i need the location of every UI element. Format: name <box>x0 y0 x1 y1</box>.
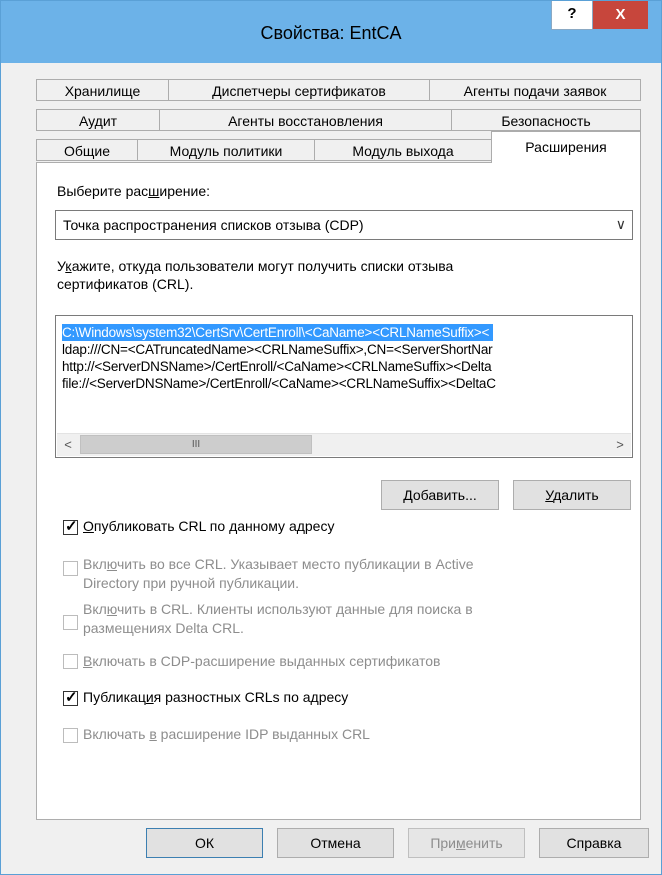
include-cdp-label: Включать в CDP-расширение выданных серти… <box>83 653 441 669</box>
help-button[interactable]: Справка <box>539 828 649 858</box>
tab-general[interactable]: Общие <box>36 139 138 161</box>
include-in-crl-label: Включить в CRL. Клиенты используют данны… <box>83 601 473 636</box>
scroll-right-icon[interactable]: > <box>609 434 631 456</box>
tab-security[interactable]: Безопасность <box>451 109 641 131</box>
horizontal-scrollbar[interactable]: < III > <box>57 433 631 456</box>
include-idp-label: Включать в расширение IDP выданных CRL <box>83 726 370 742</box>
tab-recovery-agents[interactable]: Агенты восстановления <box>159 109 452 131</box>
scroll-left-icon[interactable]: < <box>57 434 79 456</box>
tab-enrollment-agents[interactable]: Агенты подачи заявок <box>429 79 641 101</box>
checkmark-icon: ✓ <box>65 518 78 535</box>
scrollbar-thumb[interactable]: III <box>80 435 312 454</box>
cancel-button[interactable]: Отмена <box>277 828 394 858</box>
locations-hint-line1: Укажите, откуда пользователи могут получ… <box>57 258 454 274</box>
publish-crl-checkbox[interactable]: ✓ <box>63 518 78 535</box>
extension-select-label: Выберите расширение: <box>57 183 211 199</box>
chevron-down-icon: ∨ <box>615 216 626 232</box>
tab-extensions[interactable]: Расширения <box>491 131 641 163</box>
list-item[interactable]: C:\Windows\system32\CertSrv\CertEnroll\<… <box>62 324 494 341</box>
remove-button[interactable]: Удалить <box>513 480 631 510</box>
title-bar[interactable]: Свойства: EntCA ? X <box>1 1 661 63</box>
properties-dialog: Свойства: EntCA ? X Хранилище Диспетчеры… <box>0 0 662 875</box>
tab-policy-module[interactable]: Модуль политики <box>137 139 315 161</box>
tab-storage[interactable]: Хранилище <box>36 79 169 101</box>
locations-list[interactable]: C:\Windows\system32\CertSrv\CertEnroll\<… <box>55 315 633 458</box>
publish-crl-label: Опубликовать CRL по данному адресу <box>83 518 335 534</box>
tab-exit-module[interactable]: Модуль выхода <box>314 139 492 161</box>
include-all-crls-checkbox[interactable] <box>63 561 78 576</box>
apply-button[interactable]: Применить <box>408 828 525 858</box>
help-title-button[interactable]: ? <box>551 1 593 30</box>
publish-delta-crl-label: Публикация разностных CRLs по адресу <box>83 689 349 705</box>
checkmark-icon: ✓ <box>65 689 78 706</box>
add-button[interactable]: Добавить... <box>381 480 499 510</box>
locations-hint-line2: сертификатов (CRL). <box>57 276 194 292</box>
include-idp-checkbox[interactable] <box>63 728 78 743</box>
list-item[interactable]: ldap:///CN=<CATruncatedName><CRLNameSuff… <box>62 341 493 358</box>
tab-audit[interactable]: Аудит <box>36 109 160 131</box>
list-item[interactable]: http://<ServerDNSName>/CertEnroll/<CaNam… <box>62 358 492 375</box>
include-all-crls-label: Включить во все CRL. Указывает место пуб… <box>83 556 474 591</box>
ok-button[interactable]: ОК <box>146 828 263 858</box>
include-cdp-checkbox[interactable] <box>63 654 78 669</box>
extension-dropdown[interactable]: Точка распространения списков отзыва (CD… <box>55 210 633 240</box>
tab-cert-managers[interactable]: Диспетчеры сертификатов <box>168 79 430 101</box>
include-in-crl-checkbox[interactable] <box>63 615 78 630</box>
close-button[interactable]: X <box>593 1 648 29</box>
extension-dropdown-value: Точка распространения списков отзыва (CD… <box>63 217 364 233</box>
publish-delta-crl-checkbox[interactable]: ✓ <box>63 689 78 706</box>
list-item[interactable]: file://<ServerDNSName>/CertEnroll/<CaNam… <box>62 375 496 392</box>
